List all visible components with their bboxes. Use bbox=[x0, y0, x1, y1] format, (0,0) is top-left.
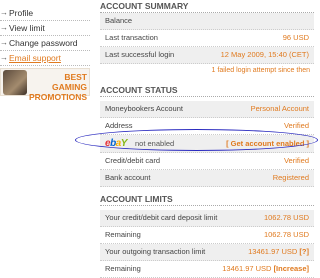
promo-line1: BEST GAMING bbox=[52, 72, 87, 92]
promo-line2: PROMOTIONS bbox=[29, 92, 88, 102]
balance-row: Balance bbox=[100, 13, 314, 30]
arrow-right-icon: → bbox=[0, 53, 8, 62]
bank-label: Bank account bbox=[105, 173, 151, 182]
last-login-value: 12 May 2009, 15:40 (CET) bbox=[220, 50, 309, 59]
last-transaction-row: Last transaction 96 USD bbox=[100, 30, 314, 47]
remaining-deposit-label: Remaining bbox=[105, 230, 141, 239]
promo-banner[interactable]: BEST GAMING PROMOTIONS bbox=[0, 68, 90, 102]
sidebar-item-label: View limit bbox=[9, 23, 45, 33]
sidebar-item-profile[interactable]: → Profile bbox=[0, 6, 90, 21]
highlight-ring bbox=[75, 129, 318, 151]
account-summary-title: ACCOUNT SUMMARY bbox=[100, 0, 314, 13]
promo-portrait-image bbox=[3, 70, 27, 95]
outgoing-limit-value-group: 13461.97 USD [?] bbox=[248, 244, 309, 260]
moneybookers-label: Moneybookers Account bbox=[105, 104, 183, 113]
card-label: Credit/debit card bbox=[105, 156, 161, 165]
sidebar-item-email-support[interactable]: → Email support bbox=[0, 51, 90, 66]
account-limits-title: ACCOUNT LIMITS bbox=[100, 193, 314, 206]
remaining-outgoing-value-group: 13461.97 USD [Increase] bbox=[222, 261, 309, 277]
arrow-right-icon: → bbox=[0, 23, 8, 32]
remaining-outgoing-value: 13461.97 USD bbox=[222, 264, 272, 273]
arrow-right-icon: → bbox=[0, 38, 8, 47]
failed-login-note[interactable]: 1 failed login attempt since then bbox=[100, 64, 314, 78]
address-label: Address bbox=[105, 121, 133, 130]
last-transaction-value: 96 USD bbox=[282, 33, 309, 42]
deposit-limit-value: 1062.78 USD bbox=[263, 213, 309, 222]
card-row: Credit/debit card Verified bbox=[100, 153, 314, 170]
deposit-limit-label: Your credit/debit card deposit limit bbox=[105, 213, 218, 222]
bank-value: Registered bbox=[272, 173, 309, 182]
increase-limit-link[interactable]: [Increase] bbox=[274, 264, 309, 273]
card-value: Verified bbox=[283, 156, 309, 165]
last-login-label: Last successful login bbox=[105, 50, 175, 59]
remaining-deposit-row: Remaining 1062.78 USD bbox=[100, 227, 314, 244]
outgoing-limit-help-link[interactable]: [?] bbox=[299, 247, 309, 256]
sidebar-item-change-password[interactable]: → Change password bbox=[0, 36, 90, 51]
sidebar-item-label: Email support bbox=[9, 53, 61, 63]
outgoing-limit-value: 13461.97 USD bbox=[248, 247, 298, 256]
last-login-row: Last successful login 12 May 2009, 15:40… bbox=[100, 47, 314, 64]
outgoing-limit-label: Your outgoing transaction limit bbox=[105, 247, 206, 256]
sidebar-item-label: Profile bbox=[9, 8, 34, 18]
remaining-outgoing-row: Remaining 13461.97 USD [Increase] bbox=[100, 261, 314, 278]
balance-label: Balance bbox=[105, 16, 133, 25]
promo-text: BEST GAMING PROMOTIONS bbox=[29, 72, 87, 102]
moneybookers-value: Personal Account bbox=[250, 104, 309, 113]
arrow-right-icon: → bbox=[0, 8, 8, 17]
address-value: Verified bbox=[283, 121, 309, 130]
bank-row: Bank account Registered bbox=[100, 170, 314, 187]
remaining-deposit-value: 1062.78 USD bbox=[263, 230, 309, 239]
outgoing-limit-row: Your outgoing transaction limit 13461.97… bbox=[100, 244, 314, 261]
moneybookers-row: Moneybookers Account Personal Account bbox=[100, 101, 314, 118]
remaining-outgoing-label: Remaining bbox=[105, 264, 141, 273]
sidebar-item-view-limit[interactable]: → View limit bbox=[0, 21, 90, 36]
deposit-limit-row: Your credit/debit card deposit limit 106… bbox=[100, 210, 314, 227]
account-status-title: ACCOUNT STATUS bbox=[100, 84, 314, 97]
sidebar-item-label: Change password bbox=[9, 38, 78, 48]
last-transaction-label: Last transaction bbox=[105, 33, 158, 42]
